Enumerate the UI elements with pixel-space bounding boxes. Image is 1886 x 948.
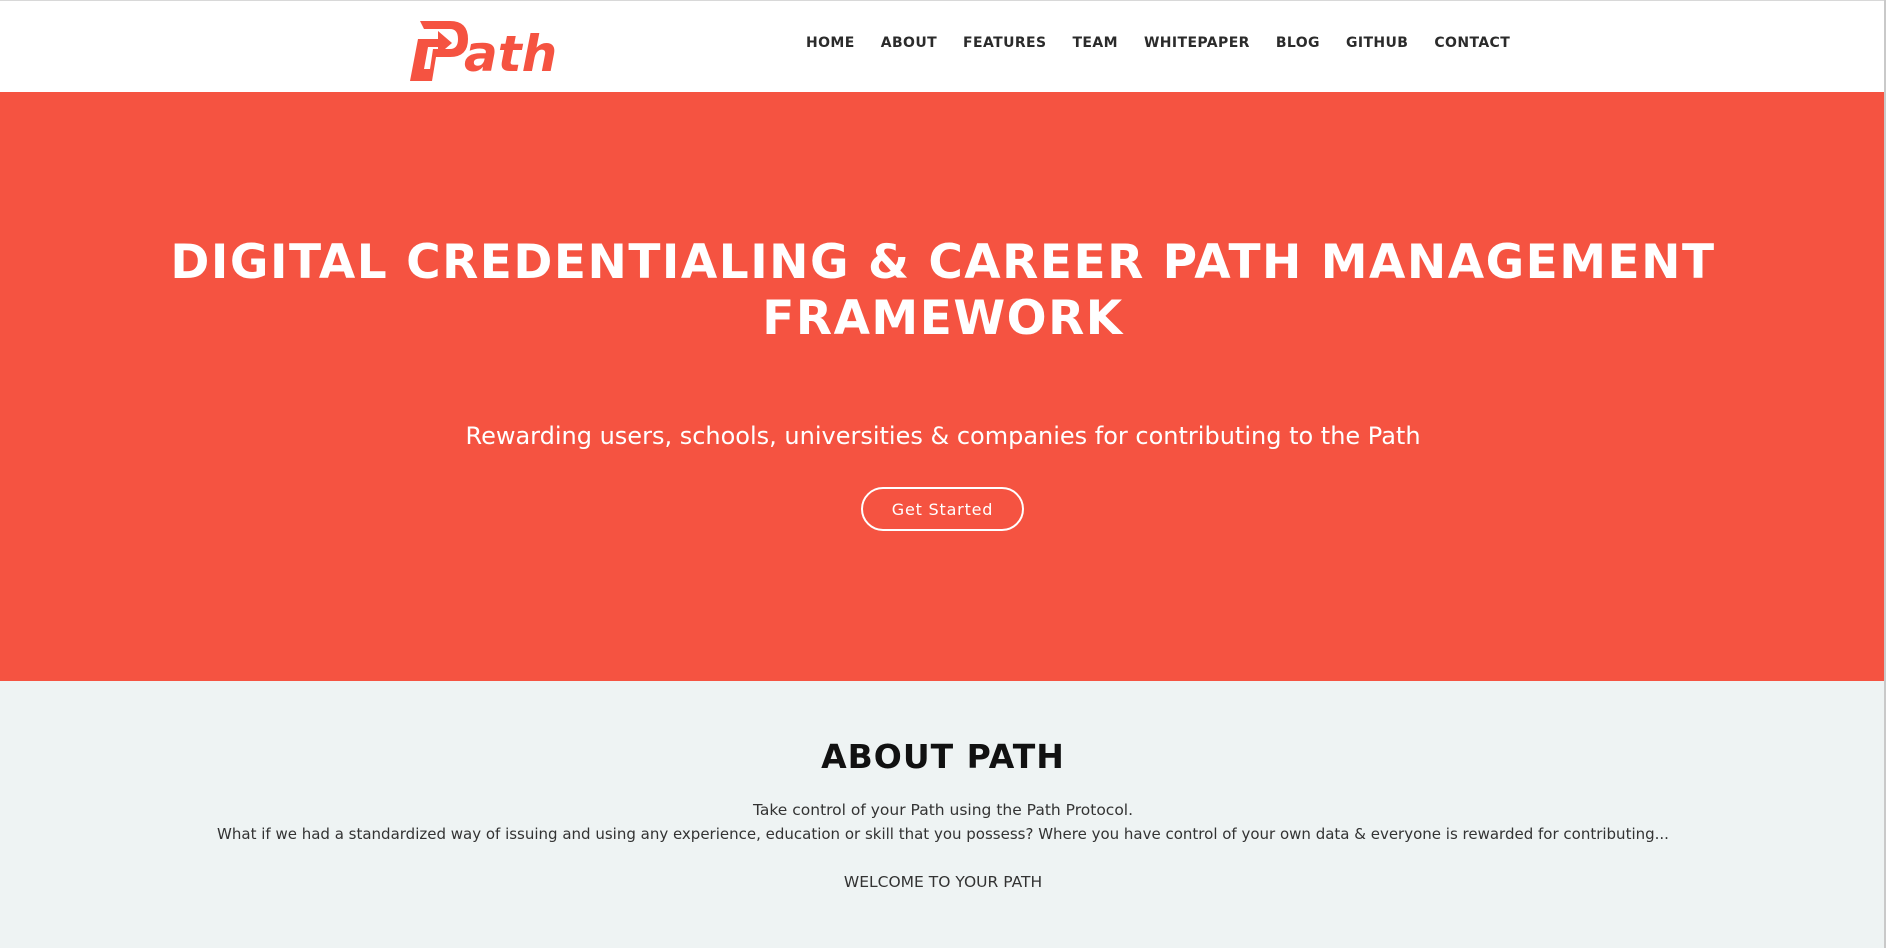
nav-item-blog[interactable]: BLOG [1276,35,1320,51]
nav-item-github[interactable]: GITHUB [1346,35,1408,51]
about-section: ABOUT PATH Take control of your Path usi… [0,681,1886,948]
hero-title: DIGITAL CREDENTIALING & CAREER PATH MANA… [120,235,1766,347]
hero-section: DIGITAL CREDENTIALING & CAREER PATH MANA… [0,92,1886,681]
nav-item-home[interactable]: HOME [806,35,855,51]
hero-subtitle: Rewarding users, schools, universities &… [465,422,1421,450]
main-nav: HOME ABOUT FEATURES TEAM WHITEPAPER BLOG… [806,35,1510,51]
about-title: ABOUT PATH [821,737,1065,776]
about-intro: Take control of your Path using the Path… [752,801,1134,819]
nav-item-about[interactable]: ABOUT [881,35,937,51]
about-description: What if we had a standardized way of iss… [217,825,1669,843]
nav-item-whitepaper[interactable]: WHITEPAPER [1144,35,1250,51]
svg-text:ath: ath [464,25,557,83]
hero-title-line1: DIGITAL CREDENTIALING & CAREER PATH MANA… [170,235,1716,290]
get-started-button[interactable]: Get Started [861,487,1024,531]
about-welcome: WELCOME TO YOUR PATH [843,873,1043,891]
nav-item-features[interactable]: FEATURES [963,35,1046,51]
navbar: ath HOME ABOUT FEATURES TEAM WHITEPAPER … [0,0,1886,92]
nav-item-team[interactable]: TEAM [1072,35,1117,51]
nav-item-contact[interactable]: CONTACT [1434,35,1510,51]
hero-title-line2: FRAMEWORK [762,291,1124,346]
path-logo[interactable]: ath [406,17,576,85]
